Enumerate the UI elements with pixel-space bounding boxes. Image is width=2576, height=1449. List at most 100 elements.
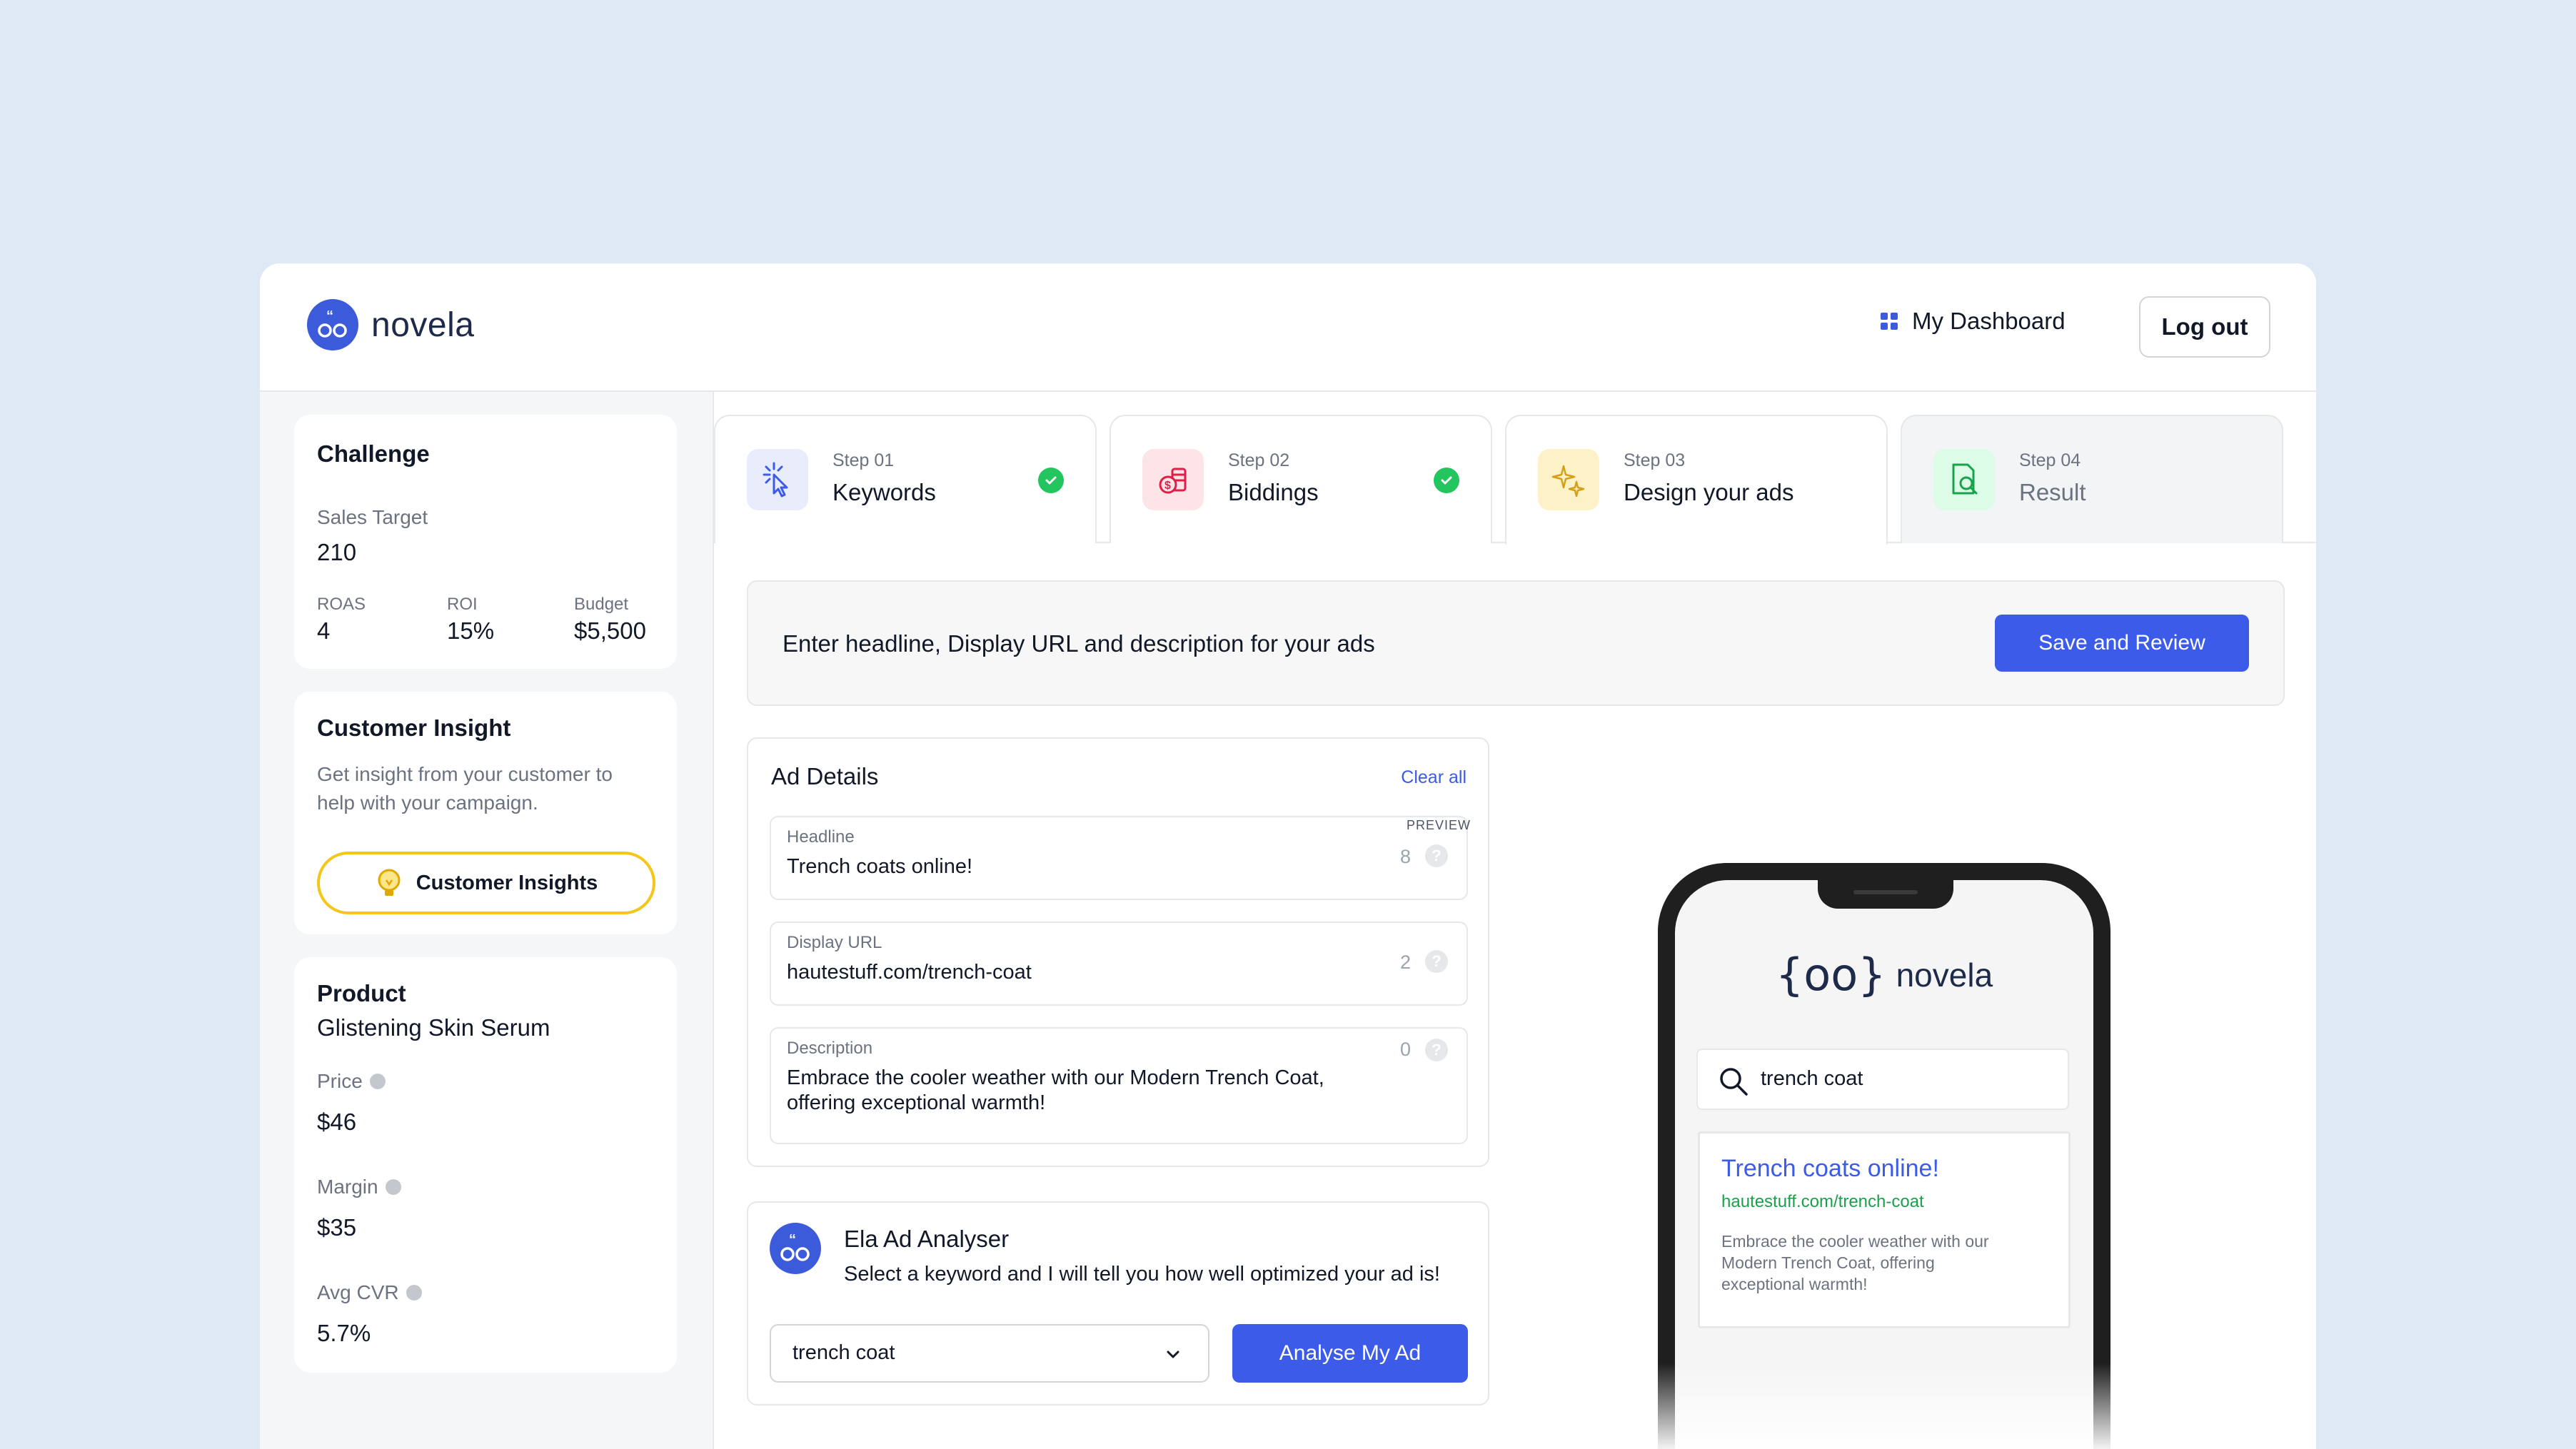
price-label: Price <box>317 1070 386 1093</box>
step-name: Biddings <box>1228 479 1319 505</box>
sales-target-value: 210 <box>317 539 357 565</box>
cursor-click-icon <box>747 449 808 510</box>
app-name: novela <box>371 306 475 344</box>
sparkles-icon <box>1538 449 1599 510</box>
tab-step-biddings[interactable]: $ Step 02 Biddings <box>1110 415 1492 543</box>
analyse-my-ad-button[interactable]: Analyse My Ad <box>1232 1324 1468 1383</box>
keyword-select[interactable]: trench coat <box>770 1324 1209 1383</box>
challenge-card: Challenge Sales Target 210 ROAS 4 ROI 15… <box>294 415 677 669</box>
preview-label: PREVIEW <box>1407 818 1471 832</box>
my-dashboard-label: My Dashboard <box>1912 308 2066 334</box>
phone-preview: {oo} novela trench coat Trench coats onl… <box>1658 863 2110 1449</box>
product-card: Product Glistening Skin Serum Price $46 … <box>294 957 677 1373</box>
preview-result-title: Trench coats online! <box>1721 1155 1939 1182</box>
ela-avatar-icon: “ <box>770 1223 821 1274</box>
preview-brand-name: novela <box>1896 956 1993 994</box>
display-url-field[interactable]: Display URL hautestuff.com/trench-coat 2… <box>770 922 1468 1006</box>
step-number: Step 02 <box>1228 450 1290 470</box>
preview-search-query: trench coat <box>1761 1067 1863 1090</box>
help-icon[interactable]: ? <box>1425 1039 1448 1061</box>
step-number: Step 01 <box>832 450 895 470</box>
step-name: Result <box>2019 479 2086 505</box>
svg-text:“: “ <box>789 1232 796 1248</box>
headline-label: Headline <box>787 827 855 847</box>
margin-label: Margin <box>317 1176 401 1198</box>
headline-field[interactable]: Headline Trench coats online! 8 ? <box>770 816 1468 900</box>
roas-label: ROAS <box>317 595 366 614</box>
avg-cvr-label: Avg CVR <box>317 1281 422 1304</box>
tab-step-design-your-ads[interactable]: Step 03 Design your ads <box>1505 415 1888 545</box>
roi-label: ROI <box>447 595 478 614</box>
info-icon[interactable] <box>406 1285 422 1301</box>
app-logo[interactable]: “ novela <box>307 299 474 350</box>
ela-title: Ela Ad Analyser <box>844 1226 1010 1252</box>
customer-insight-card: Customer Insight Get insight from your c… <box>294 692 677 934</box>
sidebar: Challenge Sales Target 210 ROAS 4 ROI 15… <box>260 392 713 1449</box>
step-name: Keywords <box>832 479 936 505</box>
info-icon[interactable] <box>385 1179 401 1195</box>
save-and-review-button[interactable]: Save and Review <box>1995 615 2249 672</box>
preview-result-card: Trench coats online! hautestuff.com/tren… <box>1698 1131 2071 1328</box>
coins-dollar-icon: $ <box>1142 449 1204 510</box>
description-count: 0 <box>1399 1039 1411 1060</box>
description-label: Description <box>787 1039 873 1058</box>
preview-search-box: trench coat <box>1696 1049 2069 1110</box>
keyword-select-value: trench coat <box>793 1341 895 1364</box>
preview-result-url: hautestuff.com/trench-coat <box>1721 1192 1924 1211</box>
step-name: Design your ads <box>1624 479 1794 505</box>
tab-step-result[interactable]: Step 04 Result <box>1901 415 2283 543</box>
product-name: Glistening Skin Serum <box>317 1014 550 1041</box>
phone-fade-overlay <box>1658 1363 2110 1449</box>
instruction-text: Enter headline, Display URL and descript… <box>783 630 1375 657</box>
display-url-input[interactable]: hautestuff.com/trench-coat <box>787 960 1372 985</box>
customer-insights-button-label: Customer Insights <box>416 871 598 894</box>
description-field[interactable]: Description Embrace the cooler weather w… <box>770 1027 1468 1144</box>
instruction-bar: Enter headline, Display URL and descript… <box>747 580 2285 706</box>
lightbulb-icon <box>375 867 403 899</box>
product-title: Product <box>317 980 406 1006</box>
roas-value: 4 <box>317 617 331 644</box>
price-value: $46 <box>317 1109 357 1135</box>
avg-cvr-value: 5.7% <box>317 1320 371 1346</box>
challenge-title: Challenge <box>317 440 430 467</box>
customer-insights-button[interactable]: Customer Insights <box>317 852 655 914</box>
check-circle-icon <box>1434 468 1459 493</box>
svg-text:$: $ <box>1164 480 1171 492</box>
top-bar: “ novela My Dashboard Log out <box>260 263 2316 392</box>
headline-input[interactable]: Trench coats online! <box>787 854 1372 879</box>
my-dashboard-link[interactable]: My Dashboard <box>1881 308 2066 335</box>
svg-text:“: “ <box>326 308 333 324</box>
tab-step-keywords[interactable]: Step 01 Keywords <box>714 415 1097 543</box>
preview-brand-mark: {oo} <box>1775 949 1886 1001</box>
preview-result-description: Embrace the cooler weather with our Mode… <box>1721 1232 1989 1293</box>
ela-ad-analyser-card: “ Ela Ad Analyser Select a keyword and I… <box>747 1201 1489 1405</box>
document-search-icon <box>1933 449 1995 510</box>
description-input[interactable]: Embrace the cooler weather with our Mode… <box>787 1066 1372 1116</box>
info-icon[interactable] <box>369 1074 386 1089</box>
roi-value: 15% <box>447 617 495 644</box>
customer-insight-description: Get insight from your customer to help w… <box>317 763 613 814</box>
phone-notch <box>1818 880 1953 909</box>
margin-value: $35 <box>317 1214 357 1241</box>
display-url-count: 2 <box>1399 951 1411 973</box>
display-url-label: Display URL <box>787 933 882 952</box>
step-number: Step 03 <box>1624 450 1686 470</box>
dashboard-grid-icon <box>1881 313 1898 330</box>
help-icon[interactable]: ? <box>1425 844 1448 867</box>
check-circle-icon <box>1038 468 1064 493</box>
headline-count: 8 <box>1399 846 1411 867</box>
step-number: Step 04 <box>2019 450 2081 470</box>
logout-button[interactable]: Log out <box>2139 296 2270 358</box>
sales-target-label: Sales Target <box>317 506 428 528</box>
budget-label: Budget <box>574 595 629 614</box>
chevron-down-icon <box>1164 1346 1182 1368</box>
preview-brand: {oo} novela <box>1675 949 2093 1001</box>
ad-details-title: Ad Details <box>771 763 879 789</box>
customer-insight-title: Customer Insight <box>317 715 511 741</box>
novela-logo-icon: “ <box>307 299 358 350</box>
clear-all-link[interactable]: Clear all <box>1401 767 1466 788</box>
budget-value: $5,500 <box>574 617 646 644</box>
ela-subtitle: Select a keyword and I will tell you how… <box>844 1263 1440 1286</box>
ad-details-card: Ad Details Clear all Headline Trench coa… <box>747 737 1489 1167</box>
help-icon[interactable]: ? <box>1425 950 1448 973</box>
